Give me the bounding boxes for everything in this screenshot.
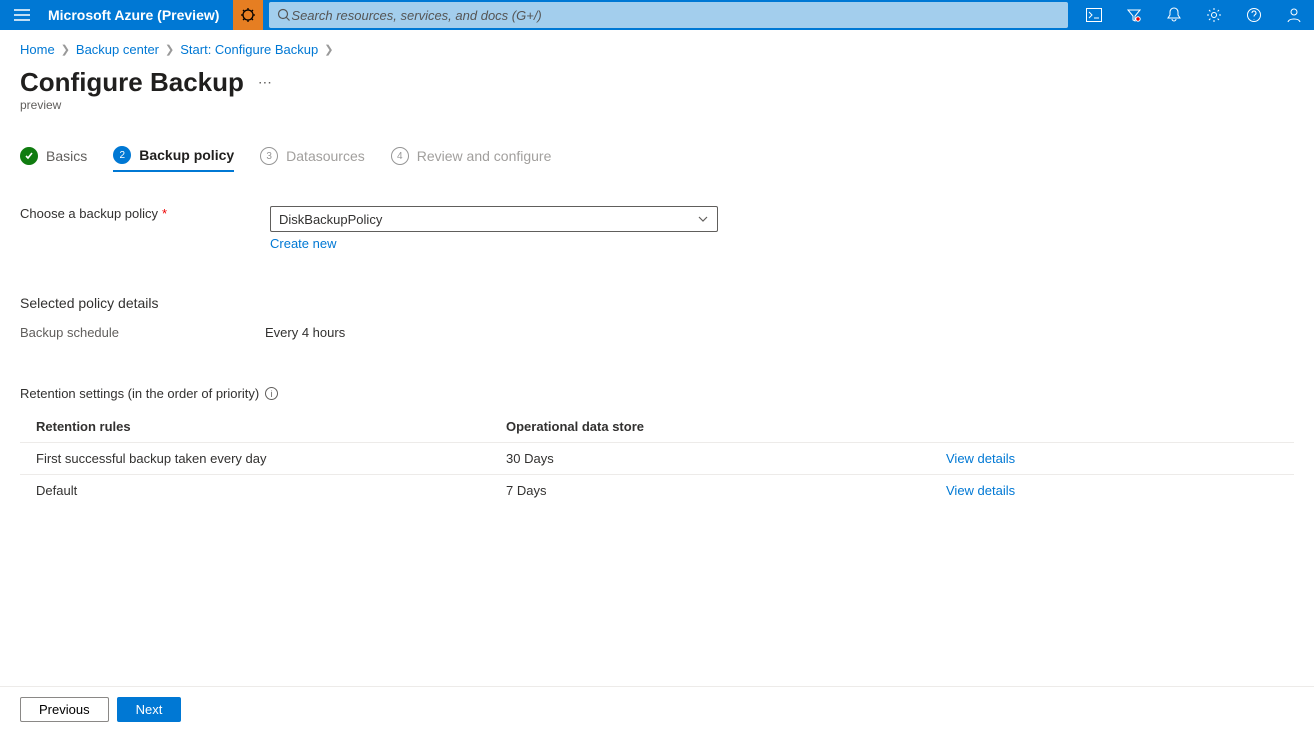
step-number: 4 <box>391 147 409 165</box>
chevron-right-icon: ❯ <box>61 43 70 56</box>
search-icon <box>277 8 291 22</box>
footer-actions: Previous Next <box>0 686 1314 732</box>
policy-label: Choose a backup policy * <box>20 206 270 251</box>
step-label: Backup policy <box>139 147 234 163</box>
main-content: Home ❯ Backup center ❯ Start: Configure … <box>0 30 1314 686</box>
global-search[interactable] <box>269 2 1068 28</box>
topbar-right-icons <box>1074 0 1314 30</box>
account-icon <box>1286 7 1302 23</box>
gear-icon <box>1206 7 1222 23</box>
bug-icon <box>240 7 256 23</box>
breadcrumb-start-configure[interactable]: Start: Configure Backup <box>180 42 318 57</box>
step-label: Basics <box>46 148 87 164</box>
breadcrumb-backup-center[interactable]: Backup center <box>76 42 159 57</box>
table-header: Retention rules Operational data store <box>20 411 1294 442</box>
help-button[interactable] <box>1234 0 1274 30</box>
step-label: Datasources <box>286 148 365 164</box>
view-details-link[interactable]: View details <box>946 483 1015 498</box>
chevron-down-icon <box>697 213 709 225</box>
step-label: Review and configure <box>417 148 552 164</box>
hamburger-menu-button[interactable] <box>0 0 44 30</box>
policy-field: DiskBackupPolicy Create new <box>270 206 718 251</box>
next-button[interactable]: Next <box>117 697 182 722</box>
table-row: First successful backup taken every day … <box>20 442 1294 474</box>
table-header-rules: Retention rules <box>36 419 506 434</box>
notifications-button[interactable] <box>1154 0 1194 30</box>
chevron-right-icon: ❯ <box>165 43 174 56</box>
step-datasources[interactable]: 3 Datasources <box>260 147 365 171</box>
cloud-shell-button[interactable] <box>1074 0 1114 30</box>
brand-label[interactable]: Microsoft Azure (Preview) <box>44 7 233 23</box>
step-tabs: Basics 2 Backup policy 3 Datasources 4 R… <box>20 146 1294 172</box>
page-subtitle: preview <box>20 98 1294 112</box>
dropdown-value: DiskBackupPolicy <box>279 212 382 227</box>
previous-button[interactable]: Previous <box>20 697 109 722</box>
top-bar: Microsoft Azure (Preview) <box>0 0 1314 30</box>
page-title: Configure Backup <box>20 67 244 98</box>
retention-store-cell: 7 Days <box>506 483 946 498</box>
page-more-button[interactable]: ⋯ <box>258 74 272 91</box>
table-row: Default 7 Days View details <box>20 474 1294 506</box>
step-review[interactable]: 4 Review and configure <box>391 147 552 171</box>
page-title-row: Configure Backup ⋯ <box>20 67 1294 98</box>
directory-filter-button[interactable] <box>1114 0 1154 30</box>
backup-policy-dropdown[interactable]: DiskBackupPolicy <box>270 206 718 232</box>
backup-schedule-row: Backup schedule Every 4 hours <box>20 325 1294 340</box>
breadcrumb: Home ❯ Backup center ❯ Start: Configure … <box>20 42 1294 57</box>
policy-form-row: Choose a backup policy * DiskBackupPolic… <box>20 206 1294 251</box>
retention-rule-cell: First successful backup taken every day <box>36 451 506 466</box>
help-icon <box>1246 7 1262 23</box>
backup-schedule-label: Backup schedule <box>20 325 265 340</box>
required-marker: * <box>162 206 167 221</box>
create-new-policy-link[interactable]: Create new <box>270 236 336 251</box>
breadcrumb-home[interactable]: Home <box>20 42 55 57</box>
search-input[interactable] <box>291 8 1060 23</box>
step-number: 3 <box>260 147 278 165</box>
filter-icon <box>1127 8 1141 22</box>
view-details-link[interactable]: View details <box>946 451 1015 466</box>
policy-details-heading: Selected policy details <box>20 295 1294 311</box>
step-number: 2 <box>113 146 131 164</box>
retention-store-cell: 30 Days <box>506 451 946 466</box>
table-header-store: Operational data store <box>506 419 946 434</box>
preview-bug-button[interactable] <box>233 0 263 30</box>
backup-schedule-value: Every 4 hours <box>265 325 345 340</box>
account-button[interactable] <box>1274 0 1314 30</box>
settings-button[interactable] <box>1194 0 1234 30</box>
bell-icon <box>1167 7 1181 23</box>
retention-heading: Retention settings (in the order of prio… <box>20 386 259 401</box>
cloud-shell-icon <box>1086 8 1102 22</box>
step-basics[interactable]: Basics <box>20 147 87 171</box>
info-icon[interactable]: i <box>265 387 278 400</box>
retention-heading-row: Retention settings (in the order of prio… <box>20 386 1294 401</box>
step-backup-policy[interactable]: 2 Backup policy <box>113 146 234 172</box>
retention-rule-cell: Default <box>36 483 506 498</box>
retention-table: Retention rules Operational data store F… <box>20 411 1294 506</box>
hamburger-icon <box>14 9 30 21</box>
table-header-actions <box>946 419 1278 434</box>
chevron-right-icon: ❯ <box>324 43 333 56</box>
check-icon <box>20 147 38 165</box>
